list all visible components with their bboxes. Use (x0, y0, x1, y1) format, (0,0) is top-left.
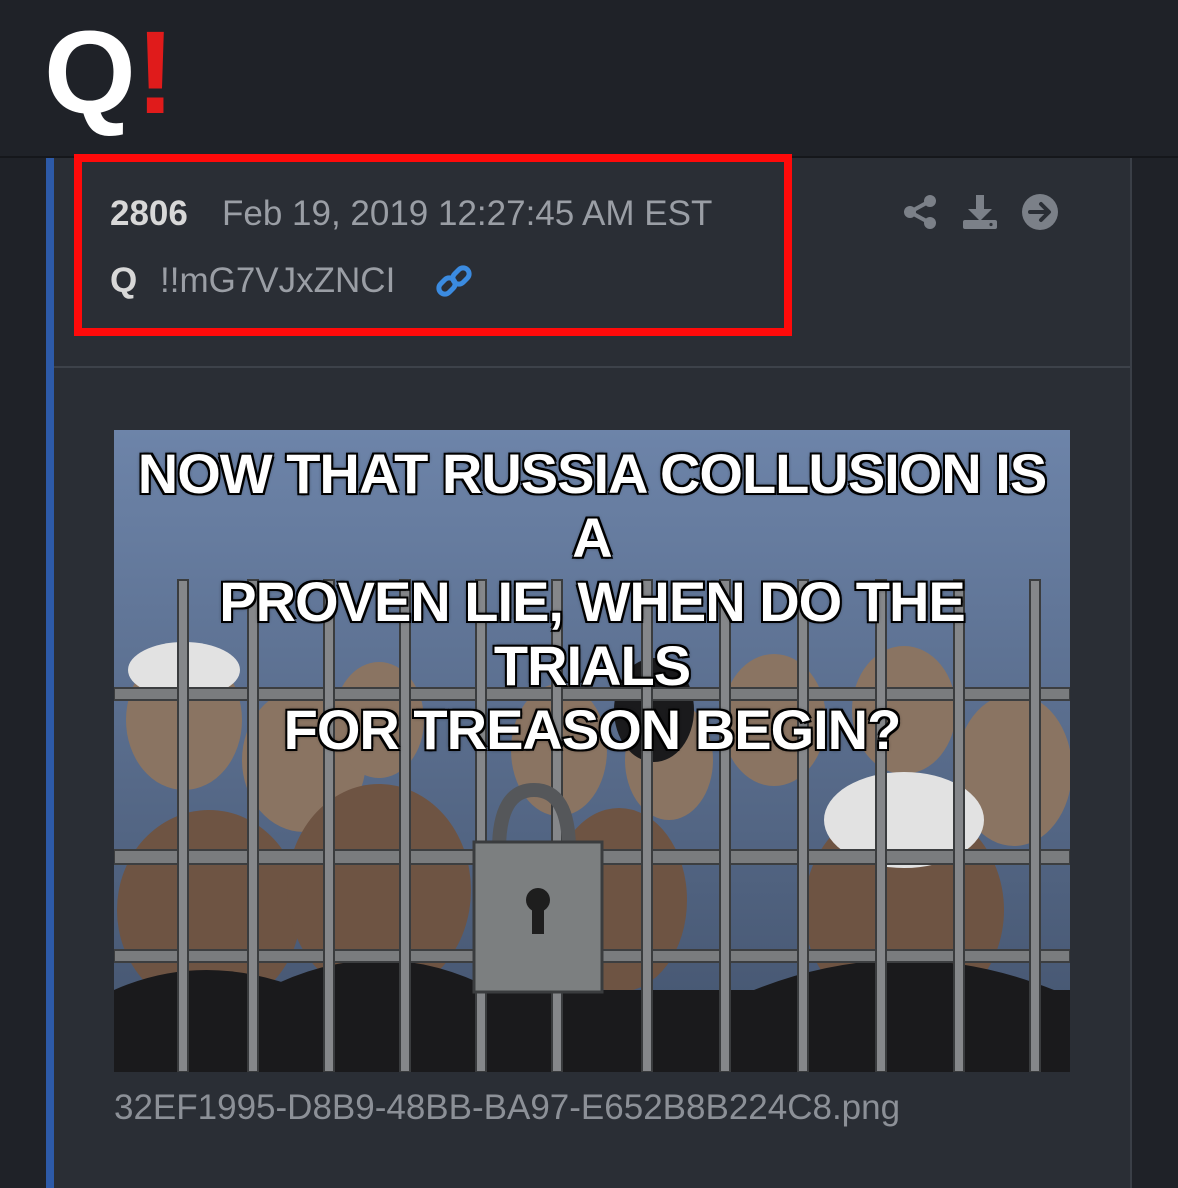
site-logo[interactable]: Q! (44, 14, 175, 132)
share-icon[interactable] (900, 192, 940, 232)
arrow-right-circle-icon[interactable] (1020, 192, 1060, 232)
post-card: 2806 Feb 19, 2019 12:27:45 AM EST Q !!mG… (46, 154, 1132, 1188)
highlight-box (74, 154, 792, 336)
caption-line: NOW THAT RUSSIA COLLUSION IS A (137, 442, 1047, 569)
image-filename[interactable]: 32EF1995-D8B9-48BB-BA97-E652B8B224C8.png (114, 1088, 900, 1128)
post-image[interactable]: NOW THAT RUSSIA COLLUSION IS A PROVEN LI… (114, 430, 1070, 1072)
post-header: 2806 Feb 19, 2019 12:27:45 AM EST Q !!mG… (54, 154, 1130, 368)
caption-line: FOR TREASON BEGIN? (283, 698, 902, 761)
download-icon[interactable] (960, 192, 1000, 232)
logo-letter: Q (44, 7, 136, 139)
caption-line: PROVEN LIE, WHEN DO THE TRIALS (219, 570, 966, 697)
top-bar: Q! (0, 0, 1178, 158)
image-caption: NOW THAT RUSSIA COLLUSION IS A PROVEN LI… (114, 442, 1070, 762)
logo-mark: ! (135, 7, 175, 139)
